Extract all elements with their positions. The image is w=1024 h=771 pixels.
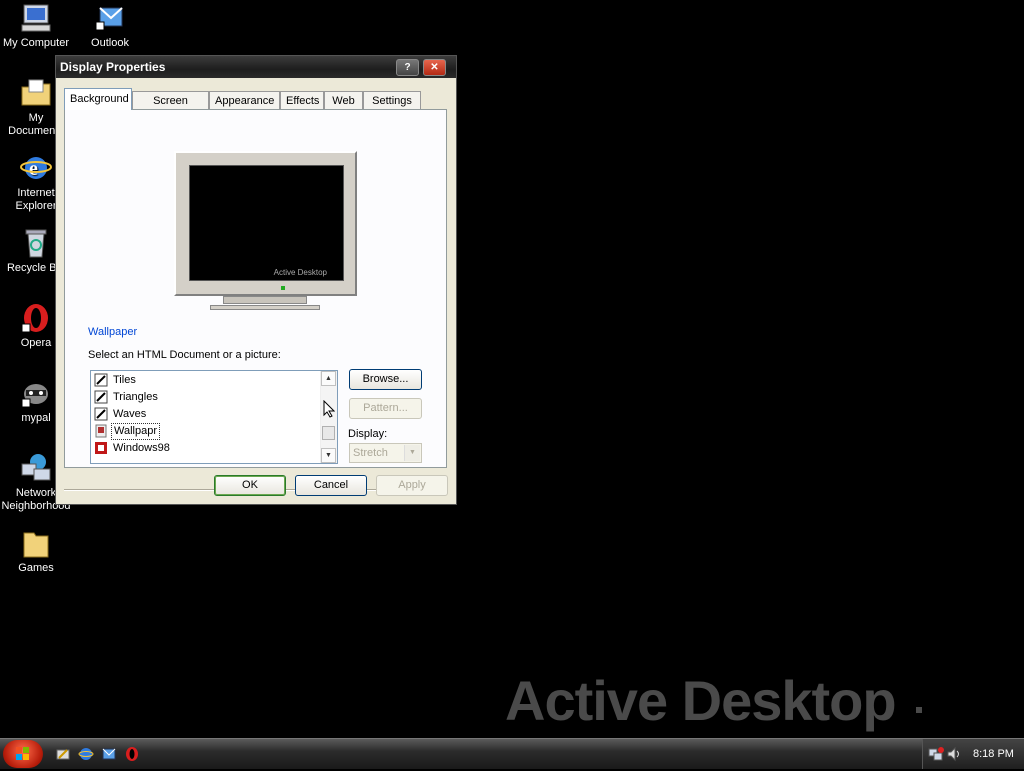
wallpaper-listbox[interactable]: Tiles Triangles Waves Wallpapr Windows98 bbox=[90, 370, 338, 464]
clock[interactable]: 8:18 PM bbox=[973, 739, 1014, 769]
chevron-down-icon: ▼ bbox=[404, 445, 420, 461]
paint-brush-icon bbox=[94, 390, 108, 404]
scroll-thumb[interactable] bbox=[322, 426, 335, 440]
pattern-button[interactable]: Pattern... bbox=[349, 398, 422, 419]
tab-appearance[interactable]: Appearance bbox=[209, 91, 280, 109]
watermark-dot bbox=[916, 707, 922, 713]
help-button[interactable]: ? bbox=[396, 59, 419, 76]
list-item-label: Waves bbox=[113, 408, 147, 420]
mouse-cursor-icon bbox=[323, 399, 336, 418]
display-label: Display: bbox=[348, 428, 388, 440]
desktop-icon-outlook[interactable]: Outlook bbox=[74, 2, 146, 50]
monitor-screen: Active Desktop bbox=[189, 165, 344, 281]
outlook-icon bbox=[94, 2, 126, 34]
paint-brush-icon bbox=[94, 373, 108, 387]
list-item-label: Tiles bbox=[113, 374, 136, 386]
desktop-icon-my-computer[interactable]: My Computer bbox=[0, 2, 72, 50]
dialog-title: Display Properties bbox=[60, 60, 166, 74]
tab-web[interactable]: Web bbox=[324, 91, 363, 109]
html-document-icon bbox=[94, 441, 108, 455]
monitor-base bbox=[210, 305, 320, 310]
scroll-down-button[interactable]: ▼ bbox=[321, 448, 336, 463]
opera-icon[interactable] bbox=[124, 746, 140, 762]
monitor-led bbox=[281, 286, 285, 290]
preview-text: Active Desktop bbox=[273, 268, 327, 277]
desktop-icon-label: Outlook bbox=[91, 37, 129, 49]
browse-button[interactable]: Browse... bbox=[349, 369, 422, 390]
html-document-icon bbox=[94, 424, 108, 438]
list-item-label: Triangles bbox=[113, 391, 158, 403]
background-tab-page: Active Desktop Wallpaper Select an HTML … bbox=[64, 109, 447, 468]
ok-button[interactable]: OK bbox=[214, 475, 286, 496]
desktop-icon-label: Games bbox=[18, 562, 54, 574]
monitor-preview: Active Desktop bbox=[174, 151, 357, 296]
dialog-titlebar[interactable]: Display Properties ? ✕ bbox=[56, 56, 456, 78]
network-tray-icon[interactable] bbox=[928, 746, 944, 762]
folder-documents-icon bbox=[20, 77, 52, 109]
active-desktop-watermark: Active Desktop bbox=[505, 669, 897, 732]
close-button[interactable]: ✕ bbox=[423, 59, 446, 76]
start-button[interactable] bbox=[3, 740, 43, 768]
list-item-label: Windows98 bbox=[113, 442, 170, 454]
network-icon bbox=[20, 452, 52, 484]
display-select-value: Stretch bbox=[353, 447, 388, 459]
scroll-up-button[interactable]: ▲ bbox=[321, 371, 336, 386]
outlook-icon[interactable] bbox=[101, 746, 117, 762]
volume-tray-icon[interactable] bbox=[946, 746, 962, 762]
internet-explorer-icon[interactable] bbox=[78, 746, 94, 762]
tab-effects[interactable]: Effects bbox=[280, 91, 324, 109]
cancel-button[interactable]: Cancel bbox=[295, 475, 367, 496]
select-label: Select an HTML Document or a picture: bbox=[88, 349, 281, 361]
monitor-stand bbox=[223, 296, 307, 304]
paint-brush-icon bbox=[94, 407, 108, 421]
dialog-client: Background Screen Saver Appearance Effec… bbox=[56, 78, 456, 504]
system-tray: 8:18 PM bbox=[922, 739, 1024, 769]
apply-button[interactable]: Apply bbox=[376, 475, 448, 496]
wallpaper-heading: Wallpaper bbox=[88, 326, 138, 338]
tab-settings[interactable]: Settings bbox=[363, 91, 421, 109]
list-item-label: Wallpapr bbox=[111, 423, 160, 440]
desktop-icon-label: My Computer bbox=[2, 37, 70, 49]
folder-icon bbox=[20, 527, 52, 559]
internet-explorer-icon: e bbox=[20, 152, 52, 184]
tab-background[interactable]: Background bbox=[64, 88, 132, 110]
taskbar: 8:18 PM bbox=[0, 738, 1024, 769]
computer-icon bbox=[20, 2, 52, 34]
recycle-bin-icon bbox=[20, 227, 52, 259]
desktop-icon-games[interactable]: Games bbox=[0, 527, 72, 575]
display-properties-dialog: Display Properties ? ✕ Background Screen… bbox=[55, 55, 457, 505]
opera-icon bbox=[20, 302, 52, 334]
show-desktop-icon[interactable] bbox=[55, 746, 71, 762]
tab-screen-saver[interactable]: Screen Saver bbox=[132, 91, 209, 125]
display-select[interactable]: Stretch ▼ bbox=[349, 443, 422, 463]
raccoon-icon bbox=[20, 377, 52, 409]
